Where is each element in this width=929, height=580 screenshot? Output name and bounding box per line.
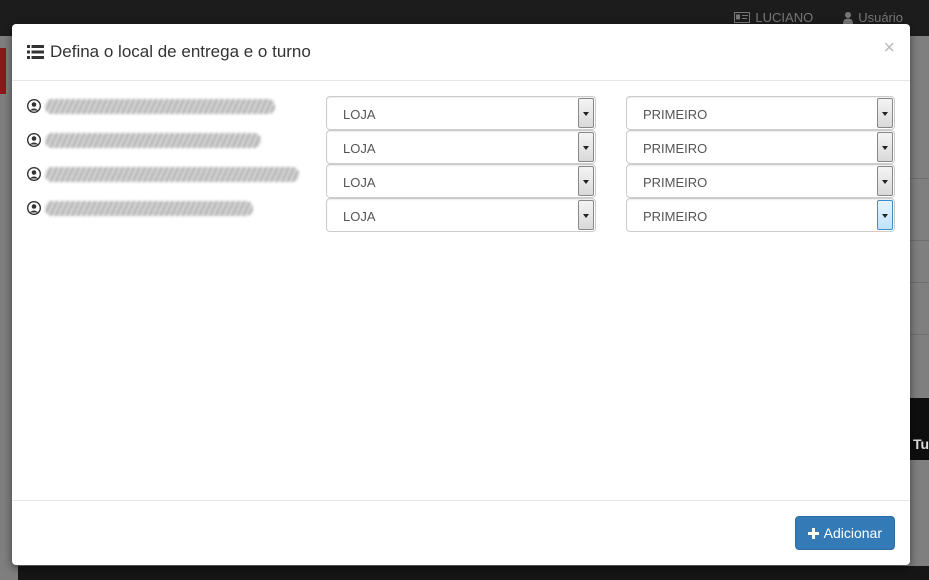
plus-icon	[807, 527, 819, 539]
chevron-down-icon[interactable]	[578, 200, 594, 230]
modal-title-text: Defina o local de entrega e o turno	[50, 42, 311, 61]
modal-title: Defina o local de entrega e o turno	[27, 42, 311, 62]
local-select[interactable]: LOJA	[326, 96, 596, 130]
chevron-down-icon[interactable]	[877, 132, 893, 162]
user-nav-item[interactable]: LUCIANO	[734, 10, 813, 25]
chevron-down-icon[interactable]	[578, 132, 594, 162]
user-icon	[843, 11, 854, 24]
list-icon	[27, 45, 44, 59]
person-row	[27, 130, 261, 150]
account-nav-item[interactable]: Usuário	[843, 10, 903, 25]
top-nav: LUCIANO Usuário	[734, 10, 903, 25]
local-select-value: LOJA	[343, 141, 376, 156]
user-circle-icon	[27, 133, 41, 147]
user-circle-icon	[27, 99, 41, 113]
turno-select[interactable]: PRIMEIRO	[626, 96, 895, 130]
divider	[907, 240, 929, 241]
brand-strip	[0, 48, 6, 94]
user-circle-icon	[27, 167, 41, 181]
turno-select[interactable]: PRIMEIRO	[626, 164, 895, 198]
modal-header: Defina o local de entrega e o turno ×	[12, 24, 910, 81]
chevron-down-icon[interactable]	[877, 98, 893, 128]
chevron-down-icon[interactable]	[578, 166, 594, 196]
turno-select-value: PRIMEIRO	[643, 141, 708, 156]
redacted-name	[45, 98, 275, 114]
delivery-modal: Defina o local de entrega e o turno × LO…	[12, 24, 910, 565]
divider	[907, 178, 929, 179]
turno-select[interactable]: PRIMEIRO	[626, 198, 895, 232]
account-label: Usuário	[858, 10, 903, 25]
redacted-name	[45, 200, 253, 216]
turno-select-value: PRIMEIRO	[643, 107, 708, 122]
local-select[interactable]: LOJA	[326, 164, 596, 198]
close-icon[interactable]: ×	[883, 38, 895, 58]
redacted-name	[45, 166, 299, 182]
local-select[interactable]: LOJA	[326, 198, 596, 232]
id-card-icon	[734, 12, 751, 23]
modal-footer: Adicionar	[12, 500, 910, 565]
turno-select[interactable]: PRIMEIRO	[626, 130, 895, 164]
turno-select-value: PRIMEIRO	[643, 175, 708, 190]
add-button[interactable]: Adicionar	[794, 516, 895, 550]
table-header-fragment: Tur	[907, 398, 929, 460]
local-select-value: LOJA	[343, 107, 376, 122]
user-circle-icon	[27, 201, 41, 215]
divider	[907, 334, 929, 335]
chevron-down-icon[interactable]	[578, 98, 594, 128]
local-select-value: LOJA	[343, 209, 376, 224]
local-select-value: LOJA	[343, 175, 376, 190]
redacted-name	[45, 132, 261, 148]
bottom-bar	[18, 566, 929, 580]
divider	[907, 282, 929, 283]
user-name: LUCIANO	[755, 10, 814, 25]
local-select[interactable]: LOJA	[326, 130, 596, 164]
chevron-down-icon[interactable]	[877, 200, 893, 230]
add-button-label: Adicionar	[823, 525, 882, 541]
turno-select-value: PRIMEIRO	[643, 209, 708, 224]
person-row	[27, 198, 253, 218]
person-row	[27, 164, 299, 184]
chevron-down-icon[interactable]	[877, 166, 893, 196]
column-header-fragment: Tur	[913, 436, 929, 452]
person-row	[27, 96, 275, 116]
